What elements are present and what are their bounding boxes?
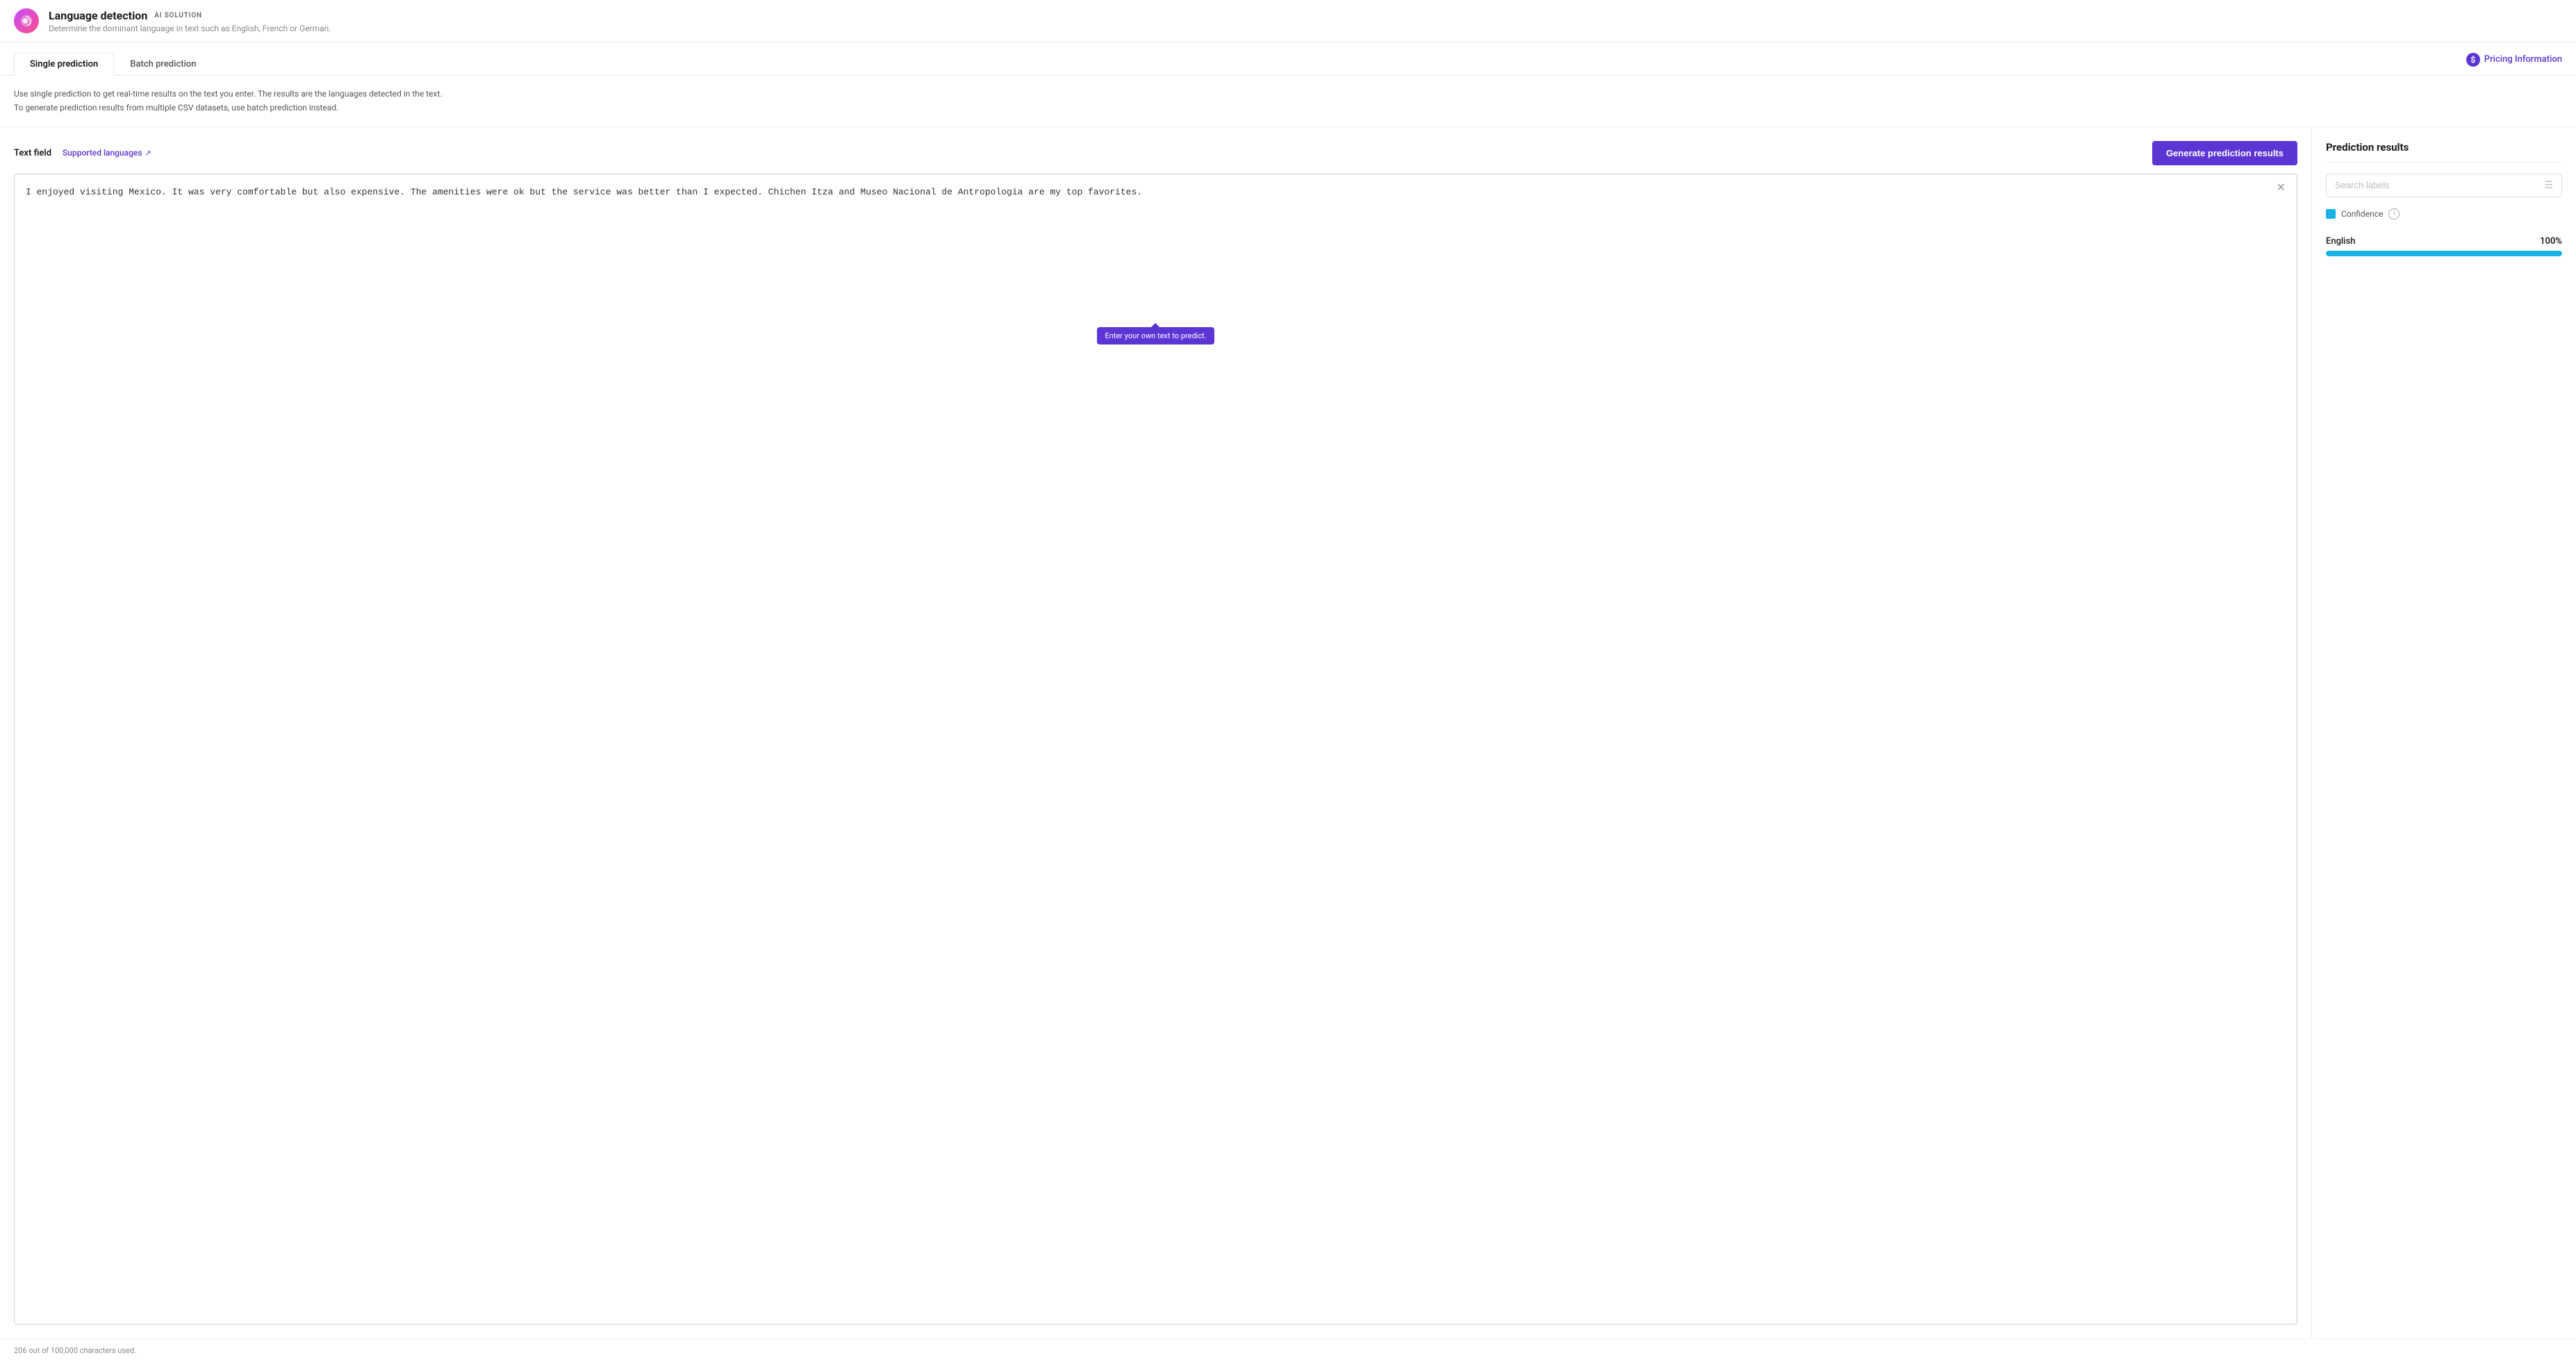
tab-batch-prediction[interactable]: Batch prediction xyxy=(114,53,212,76)
result-row-header: English 100% xyxy=(2326,236,2562,247)
result-bar-background xyxy=(2326,251,2562,256)
header-text-block: Language detection AI SOLUTION Determine… xyxy=(49,9,331,33)
supported-languages-link[interactable]: Supported languages ↗ xyxy=(63,148,151,158)
search-labels-input[interactable] xyxy=(2335,180,2538,190)
description-line1: Use single prediction to get real-time r… xyxy=(14,87,2562,101)
result-row-english: English 100% xyxy=(2326,236,2562,256)
right-panel: Prediction results ☰ Confidence i Englis… xyxy=(2312,127,2576,1338)
pricing-icon: $ xyxy=(2466,53,2480,67)
description-block: Use single prediction to get real-time r… xyxy=(0,76,2576,127)
result-percentage-label: 100% xyxy=(2540,236,2562,247)
app-logo xyxy=(14,8,39,33)
ai-badge: AI SOLUTION xyxy=(154,12,202,19)
confidence-legend: Confidence i xyxy=(2326,208,2562,219)
confidence-info-icon[interactable]: i xyxy=(2388,208,2400,219)
clear-button[interactable]: ✕ xyxy=(2272,181,2290,195)
description-line2: To generate prediction results from mult… xyxy=(14,101,2562,115)
header-subtitle: Determine the dominant language in text … xyxy=(49,24,331,33)
confidence-color-dot xyxy=(2326,209,2336,219)
filter-icon[interactable]: ☰ xyxy=(2544,180,2553,191)
result-language-label: English xyxy=(2326,236,2356,247)
pricing-label: Pricing Information xyxy=(2484,54,2562,65)
result-bar-fill xyxy=(2326,251,2562,256)
app-header: Language detection AI SOLUTION Determine… xyxy=(0,0,2576,42)
generate-button[interactable]: Generate prediction results xyxy=(2152,141,2297,165)
pricing-link[interactable]: $ Pricing Information xyxy=(2466,53,2562,75)
external-link-icon: ↗ xyxy=(145,149,151,158)
main-layout: Text field Supported languages ↗ Generat… xyxy=(0,127,2576,1338)
prediction-results-title: Prediction results xyxy=(2326,141,2562,163)
confidence-label: Confidence xyxy=(2341,209,2383,219)
tab-group: Single prediction Batch prediction xyxy=(14,52,213,75)
tab-single-prediction[interactable]: Single prediction xyxy=(14,53,114,76)
app-title: Language detection xyxy=(49,9,147,22)
left-panel: Text field Supported languages ↗ Generat… xyxy=(0,127,2312,1338)
textarea-container: ✕ Enter your own text to predict. xyxy=(14,174,2297,1324)
text-input[interactable] xyxy=(15,174,2297,1324)
text-field-header: Text field Supported languages ↗ Generat… xyxy=(14,141,2297,165)
tabs-bar: Single prediction Batch prediction $ Pri… xyxy=(0,42,2576,76)
char-count: 206 out of 100,000 characters used. xyxy=(0,1338,2576,1362)
header-title-row: Language detection AI SOLUTION xyxy=(49,9,331,22)
search-bar: ☰ xyxy=(2326,174,2562,197)
text-field-label-group: Text field Supported languages ↗ xyxy=(14,148,151,158)
text-field-label: Text field xyxy=(14,148,51,158)
supported-languages-label: Supported languages xyxy=(63,148,142,158)
